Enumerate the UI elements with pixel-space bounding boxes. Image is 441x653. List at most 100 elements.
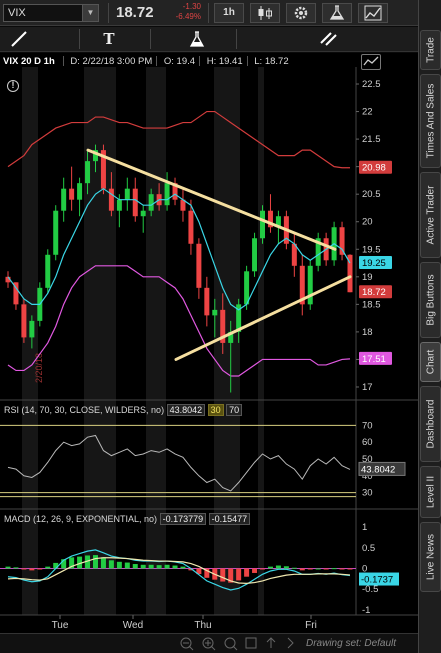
macd-badge-label: -0.1737 — [361, 575, 393, 586]
tab-trade[interactable]: Trade — [420, 30, 441, 70]
price-tick-label: 22.5 — [362, 79, 381, 90]
price-badge-label: 17.51 — [362, 354, 386, 365]
vertical-date-label: 2/20/18 — [34, 353, 44, 383]
rsi-value: 43.8042 — [166, 404, 206, 416]
macd-tick-label: 0.5 — [362, 543, 375, 554]
macd-histogram-bar — [331, 568, 337, 570]
chart-grid-icon — [364, 5, 382, 21]
interval-button[interactable]: 1h — [214, 3, 244, 23]
price-tick-label: 17 — [362, 382, 373, 393]
price-tick-label: 20.5 — [362, 189, 381, 200]
rsi-badge-label: 43.8042 — [361, 464, 395, 475]
tab-level-ii[interactable]: Level II — [420, 466, 441, 518]
chart-studies-icon[interactable] — [361, 54, 381, 70]
candle-body — [29, 320, 35, 338]
tab-chart[interactable]: Chart — [420, 342, 441, 382]
trendline-tool-button[interactable] — [6, 30, 32, 49]
price-chart[interactable]: 22.52221.52120.52019.51918.51817.5172/20… — [0, 53, 418, 633]
tab-big-buttons[interactable]: Big Buttons — [420, 262, 441, 338]
drawings-button[interactable] — [358, 3, 388, 23]
change-percent: -6.49% — [175, 12, 201, 21]
last-price: 18.72 — [116, 4, 154, 21]
bar-date: D: 2/22/18 3:00 PM — [70, 56, 153, 67]
price-tick-label: 18 — [362, 327, 373, 338]
symbol-input[interactable]: VIX ▼ — [3, 4, 99, 22]
macd-histogram-bar — [140, 564, 146, 569]
right-side-tabs: Trade Times And Sales Active Trader Big … — [418, 0, 441, 653]
drawing-toolbar: T — [0, 27, 418, 52]
parallel-lines-icon — [320, 32, 337, 46]
tab-times-and-sales[interactable]: Times And Sales — [420, 74, 441, 168]
tab-dashboard[interactable]: Dashboard — [420, 386, 441, 462]
price-badge-label: 18.72 — [362, 287, 386, 298]
toolbar-divider — [79, 29, 80, 49]
x-tick-label: Thu — [194, 620, 211, 631]
candle-body — [148, 194, 154, 211]
bar-high: H: 19.41 — [206, 56, 243, 67]
chart-settings-button[interactable] — [286, 3, 316, 23]
candle-body — [252, 238, 258, 272]
change-value: -1.30 — [182, 2, 201, 11]
macd-histogram-bar — [252, 568, 258, 573]
symbol-dropdown-icon[interactable]: ▼ — [82, 5, 98, 21]
macd-histogram-bar — [275, 565, 281, 569]
macd-histogram-bar — [5, 566, 11, 569]
price-tick-label: 18.5 — [362, 299, 381, 310]
parallel-lines-tool-button[interactable] — [316, 30, 342, 49]
alert-icon[interactable]: ! — [7, 80, 19, 92]
drawing-set-label[interactable]: Drawing set: Default — [306, 638, 396, 649]
candle-body — [204, 287, 210, 316]
toolbar-divider — [236, 29, 237, 49]
tab-active-trader[interactable]: Active Trader — [420, 172, 441, 258]
macd-histogram-bar — [236, 568, 242, 581]
chart-area[interactable]: 22.52221.52120.52019.51918.51817.5172/20… — [0, 53, 418, 653]
macd-avg-line — [7, 557, 351, 584]
macd-histogram-bar — [172, 565, 178, 569]
macd-histogram-bar — [124, 562, 130, 569]
macd-value: -0.173779 — [159, 513, 207, 525]
macd-line — [7, 549, 351, 591]
macd-histogram-bar — [156, 565, 162, 569]
macd-histogram-bar — [116, 561, 122, 569]
flask-icon — [329, 5, 345, 20]
toolbar-divider — [150, 29, 151, 49]
zoom-controls[interactable] — [176, 635, 316, 653]
macd-tick-label: -1 — [362, 605, 370, 616]
macd-histogram-bar — [339, 568, 345, 570]
price-tick-label: 22 — [362, 107, 373, 118]
candle-body — [307, 265, 313, 305]
candle-body — [77, 183, 83, 200]
macd-histogram-bar — [45, 566, 51, 569]
candle-body — [45, 254, 51, 288]
x-tick-label: Wed — [123, 620, 143, 631]
macd-histogram-bar — [164, 564, 170, 569]
candle-body — [53, 210, 59, 255]
macd-histogram-bar — [347, 568, 353, 570]
gear-icon — [294, 6, 308, 20]
macd-histogram-bar — [29, 568, 35, 571]
candle-body — [140, 210, 146, 217]
macd-histogram-bar — [323, 568, 329, 570]
bottom-bar: Drawing set: Default — [0, 633, 418, 653]
macd-histogram-bar — [283, 566, 289, 569]
x-tick-label: Tue — [52, 620, 69, 631]
x-tick-label: Fri — [305, 620, 317, 631]
rsi-tick-label: 70 — [362, 420, 373, 431]
top-toolbar: VIX ▼ 18.72 -1.30 -6.49% 1h — [0, 0, 418, 26]
macd-tick-label: -0.5 — [362, 584, 378, 595]
tab-live-news[interactable]: Live News — [420, 522, 441, 592]
text-tool-icon[interactable]: T — [96, 30, 122, 49]
flask-icon — [189, 31, 205, 47]
candle-body — [108, 188, 114, 211]
macd-histogram-bar — [180, 566, 186, 569]
session-shade — [146, 67, 166, 615]
studies-button[interactable] — [322, 3, 352, 23]
bar-low: L: 18.72 — [254, 56, 289, 67]
studies-tool-button[interactable] — [184, 30, 210, 49]
macd-histogram-bar — [21, 568, 27, 570]
macd-histogram-bar — [260, 568, 266, 570]
candle-body — [196, 243, 202, 288]
candle-style-button[interactable] — [250, 3, 280, 23]
candle-body — [260, 210, 266, 239]
price-change: -1.30 -6.49% — [173, 2, 201, 22]
